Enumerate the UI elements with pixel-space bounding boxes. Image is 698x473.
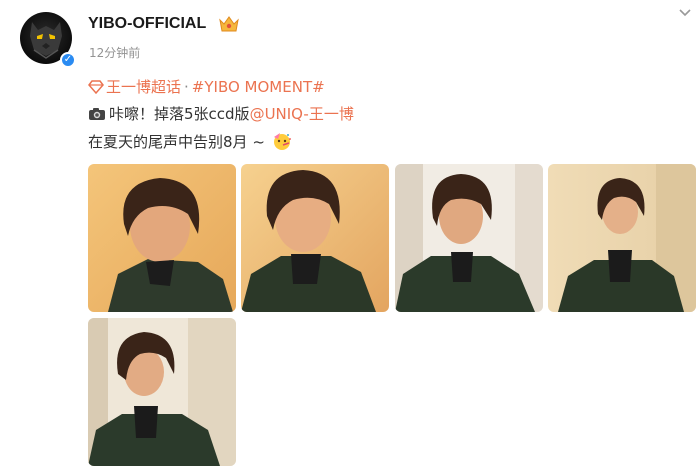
photo-2[interactable] bbox=[241, 164, 389, 312]
verified-icon: ✓ bbox=[60, 52, 76, 68]
party-face-emoji-icon bbox=[273, 133, 291, 150]
post-text-line: 咔嚓！掉落5张ccd版@UNIQ-王一博 bbox=[88, 103, 354, 124]
mention-link[interactable]: @UNIQ-王一博 bbox=[250, 105, 354, 123]
photo-4[interactable] bbox=[548, 164, 696, 312]
post-text: 咔嚓！掉落5张ccd版 bbox=[109, 105, 250, 123]
post-text-line: 在夏天的尾声中告别8月 ~ bbox=[88, 131, 292, 152]
topic-link-super[interactable]: 王一博超话 bbox=[106, 78, 181, 96]
username[interactable]: YIBO-OFFICIAL bbox=[88, 15, 206, 33]
diamond-icon bbox=[88, 80, 104, 94]
timestamp[interactable]: 12分钟前 bbox=[89, 44, 140, 61]
topic-link-hashtag[interactable]: #YIBO MOMENT# bbox=[192, 78, 325, 96]
photo-1[interactable] bbox=[88, 164, 236, 312]
topic-line: 王一博超话 · #YIBO MOMENT# bbox=[88, 76, 325, 97]
post-text: 在夏天的尾声中告别8月 ~ bbox=[88, 133, 265, 151]
crown-badge-icon bbox=[219, 16, 239, 32]
topic-separator: · bbox=[184, 78, 189, 96]
chevron-down-icon[interactable] bbox=[678, 8, 692, 18]
camera-icon bbox=[89, 108, 105, 120]
photo-5[interactable] bbox=[88, 318, 236, 466]
photo-3[interactable] bbox=[395, 164, 543, 312]
